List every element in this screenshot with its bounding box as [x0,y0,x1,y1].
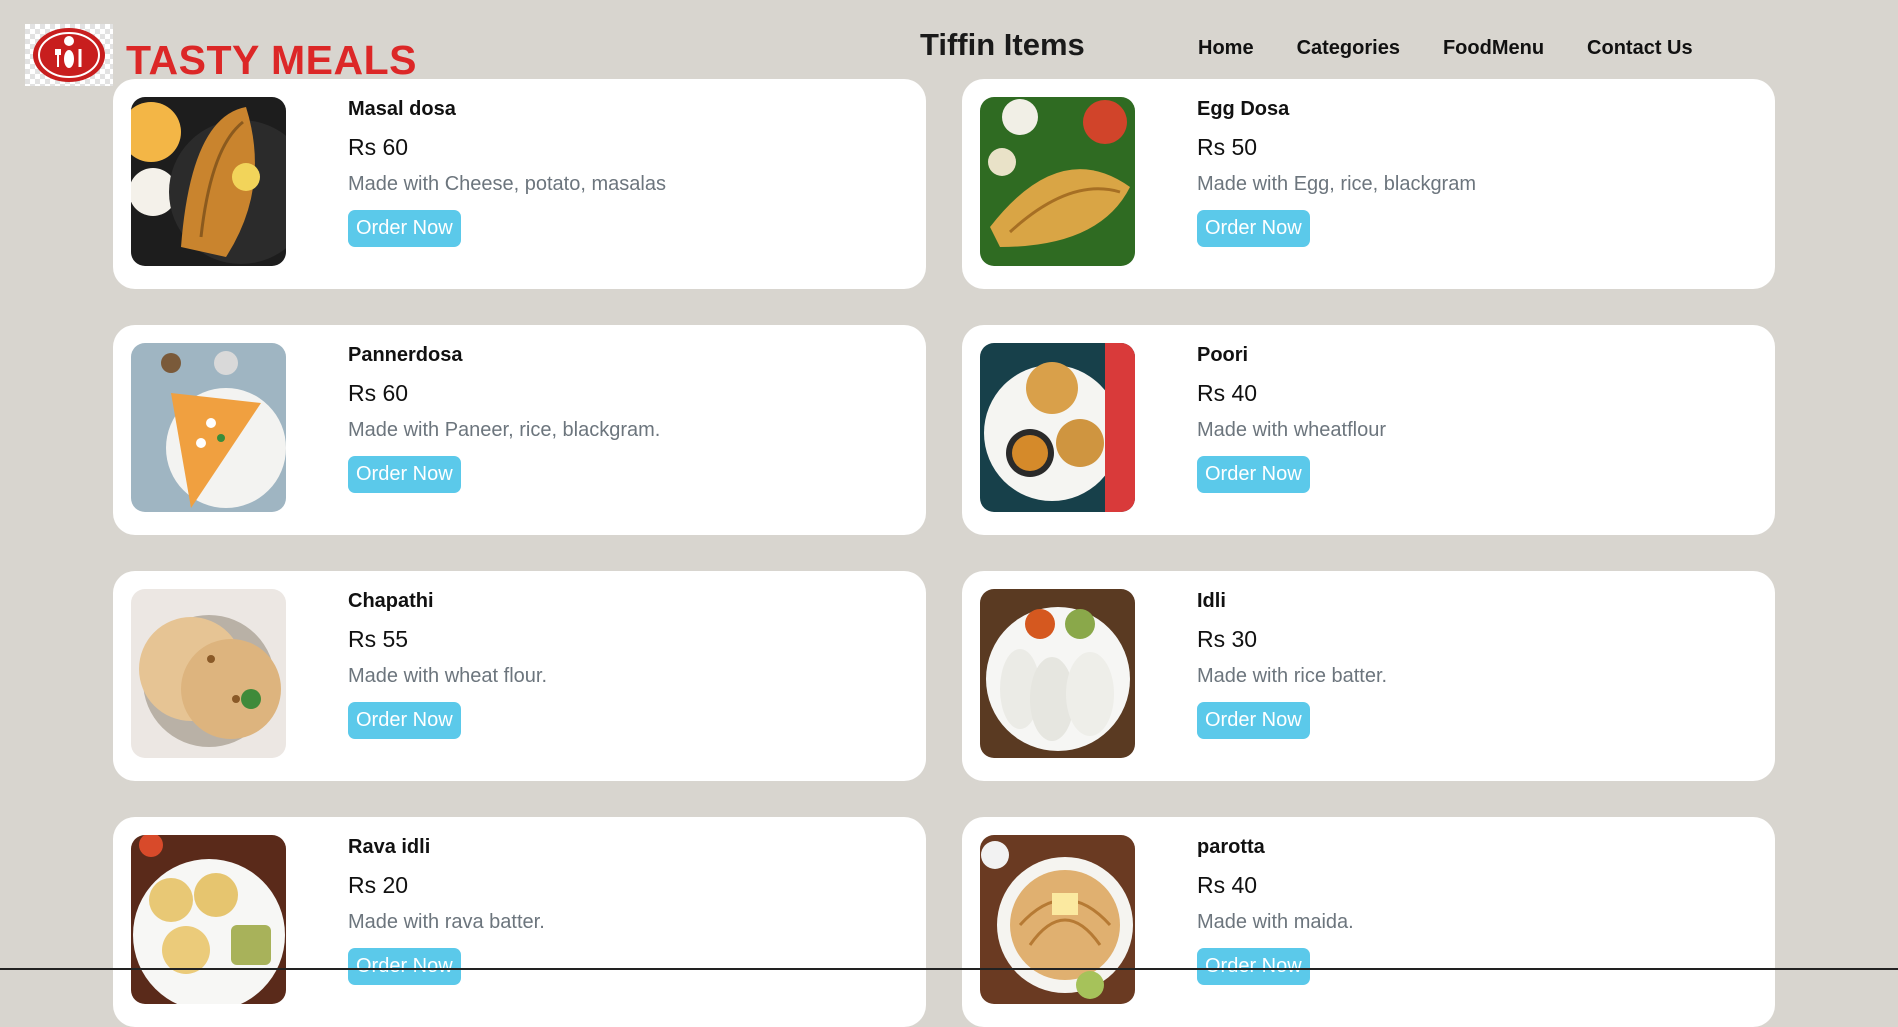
parotta-image [980,835,1135,1004]
poori-image [980,343,1135,512]
item-price: Rs 20 [348,872,409,898]
item-price: Rs 30 [1197,626,1258,652]
item-price: Rs 60 [348,380,409,406]
item-name: Masal dosa [348,98,456,120]
item-description: Made with rice batter. [1197,665,1388,687]
item-description: Made with rava batter. [348,911,545,933]
logo[interactable] [25,24,113,86]
paneer-dosa-image [131,343,286,512]
top-nav: Home Categories FoodMenu Contact Us [1198,37,1693,60]
nav-contact-us[interactable]: Contact Us [1587,37,1693,60]
nav-home[interactable]: Home [1198,37,1254,60]
page-title: Tiffin Items [920,27,1085,62]
item-price: Rs 50 [1197,134,1258,160]
item-description: Made with Cheese, potato, masalas [348,173,666,195]
order-now-button[interactable]: Order Now [348,948,461,985]
item-description: Made with wheatflour [1197,419,1386,441]
rava-idli-image [131,835,286,1004]
item-name: Pannerdosa [348,344,463,366]
item-description: Made with wheat flour. [348,665,547,687]
menu-card: Idli Rs 30 Made with rice batter. Order … [962,571,1775,781]
order-now-button[interactable]: Order Now [348,210,461,247]
chapathi-image [131,589,286,758]
item-price: Rs 60 [348,134,409,160]
egg-dosa-image [980,97,1135,266]
item-name: Poori [1197,344,1249,366]
item-name: Egg Dosa [1197,98,1290,120]
brand-name: TASTY MEALS [126,37,417,83]
menu-card: Poori Rs 40 Made with wheatflour Order N… [962,325,1775,535]
item-description: Made with Egg, rice, blackgram [1197,173,1477,195]
menu-card: Chapathi Rs 55 Made with wheat flour. Or… [113,571,926,781]
item-name: Rava idli [348,836,431,858]
menu-card: Pannerdosa Rs 60 Made with Paneer, rice,… [113,325,926,535]
item-price: Rs 40 [1197,380,1258,406]
item-description: Made with Paneer, rice, blackgram. [348,419,661,441]
order-now-button[interactable]: Order Now [348,456,461,493]
idli-image [980,589,1135,758]
item-name: parotta [1197,836,1265,858]
item-price: Rs 55 [348,626,409,652]
item-name: Chapathi [348,590,434,612]
item-price: Rs 40 [1197,872,1258,898]
menu-card: Egg Dosa Rs 50 Made with Egg, rice, blac… [962,79,1775,289]
item-description: Made with maida. [1197,911,1354,933]
order-now-button[interactable]: Order Now [1197,948,1310,985]
item-name: Idli [1197,590,1226,612]
nav-categories[interactable]: Categories [1297,37,1400,60]
order-now-button[interactable]: Order Now [348,702,461,739]
nav-foodmenu[interactable]: FoodMenu [1443,37,1544,60]
menu-card: Rava idli Rs 20 Made with rava batter. O… [113,817,926,1027]
menu-card: parotta Rs 40 Made with maida. Order Now [962,817,1775,1027]
menu-card: Masal dosa Rs 60 Made with Cheese, potat… [113,79,926,289]
order-now-button[interactable]: Order Now [1197,456,1310,493]
order-now-button[interactable]: Order Now [1197,702,1310,739]
chef-logo-icon [33,28,105,82]
order-now-button[interactable]: Order Now [1197,210,1310,247]
masala-dosa-image [131,97,286,266]
menu-grid: Masal dosa Rs 60 Made with Cheese, potat… [113,79,1775,1027]
